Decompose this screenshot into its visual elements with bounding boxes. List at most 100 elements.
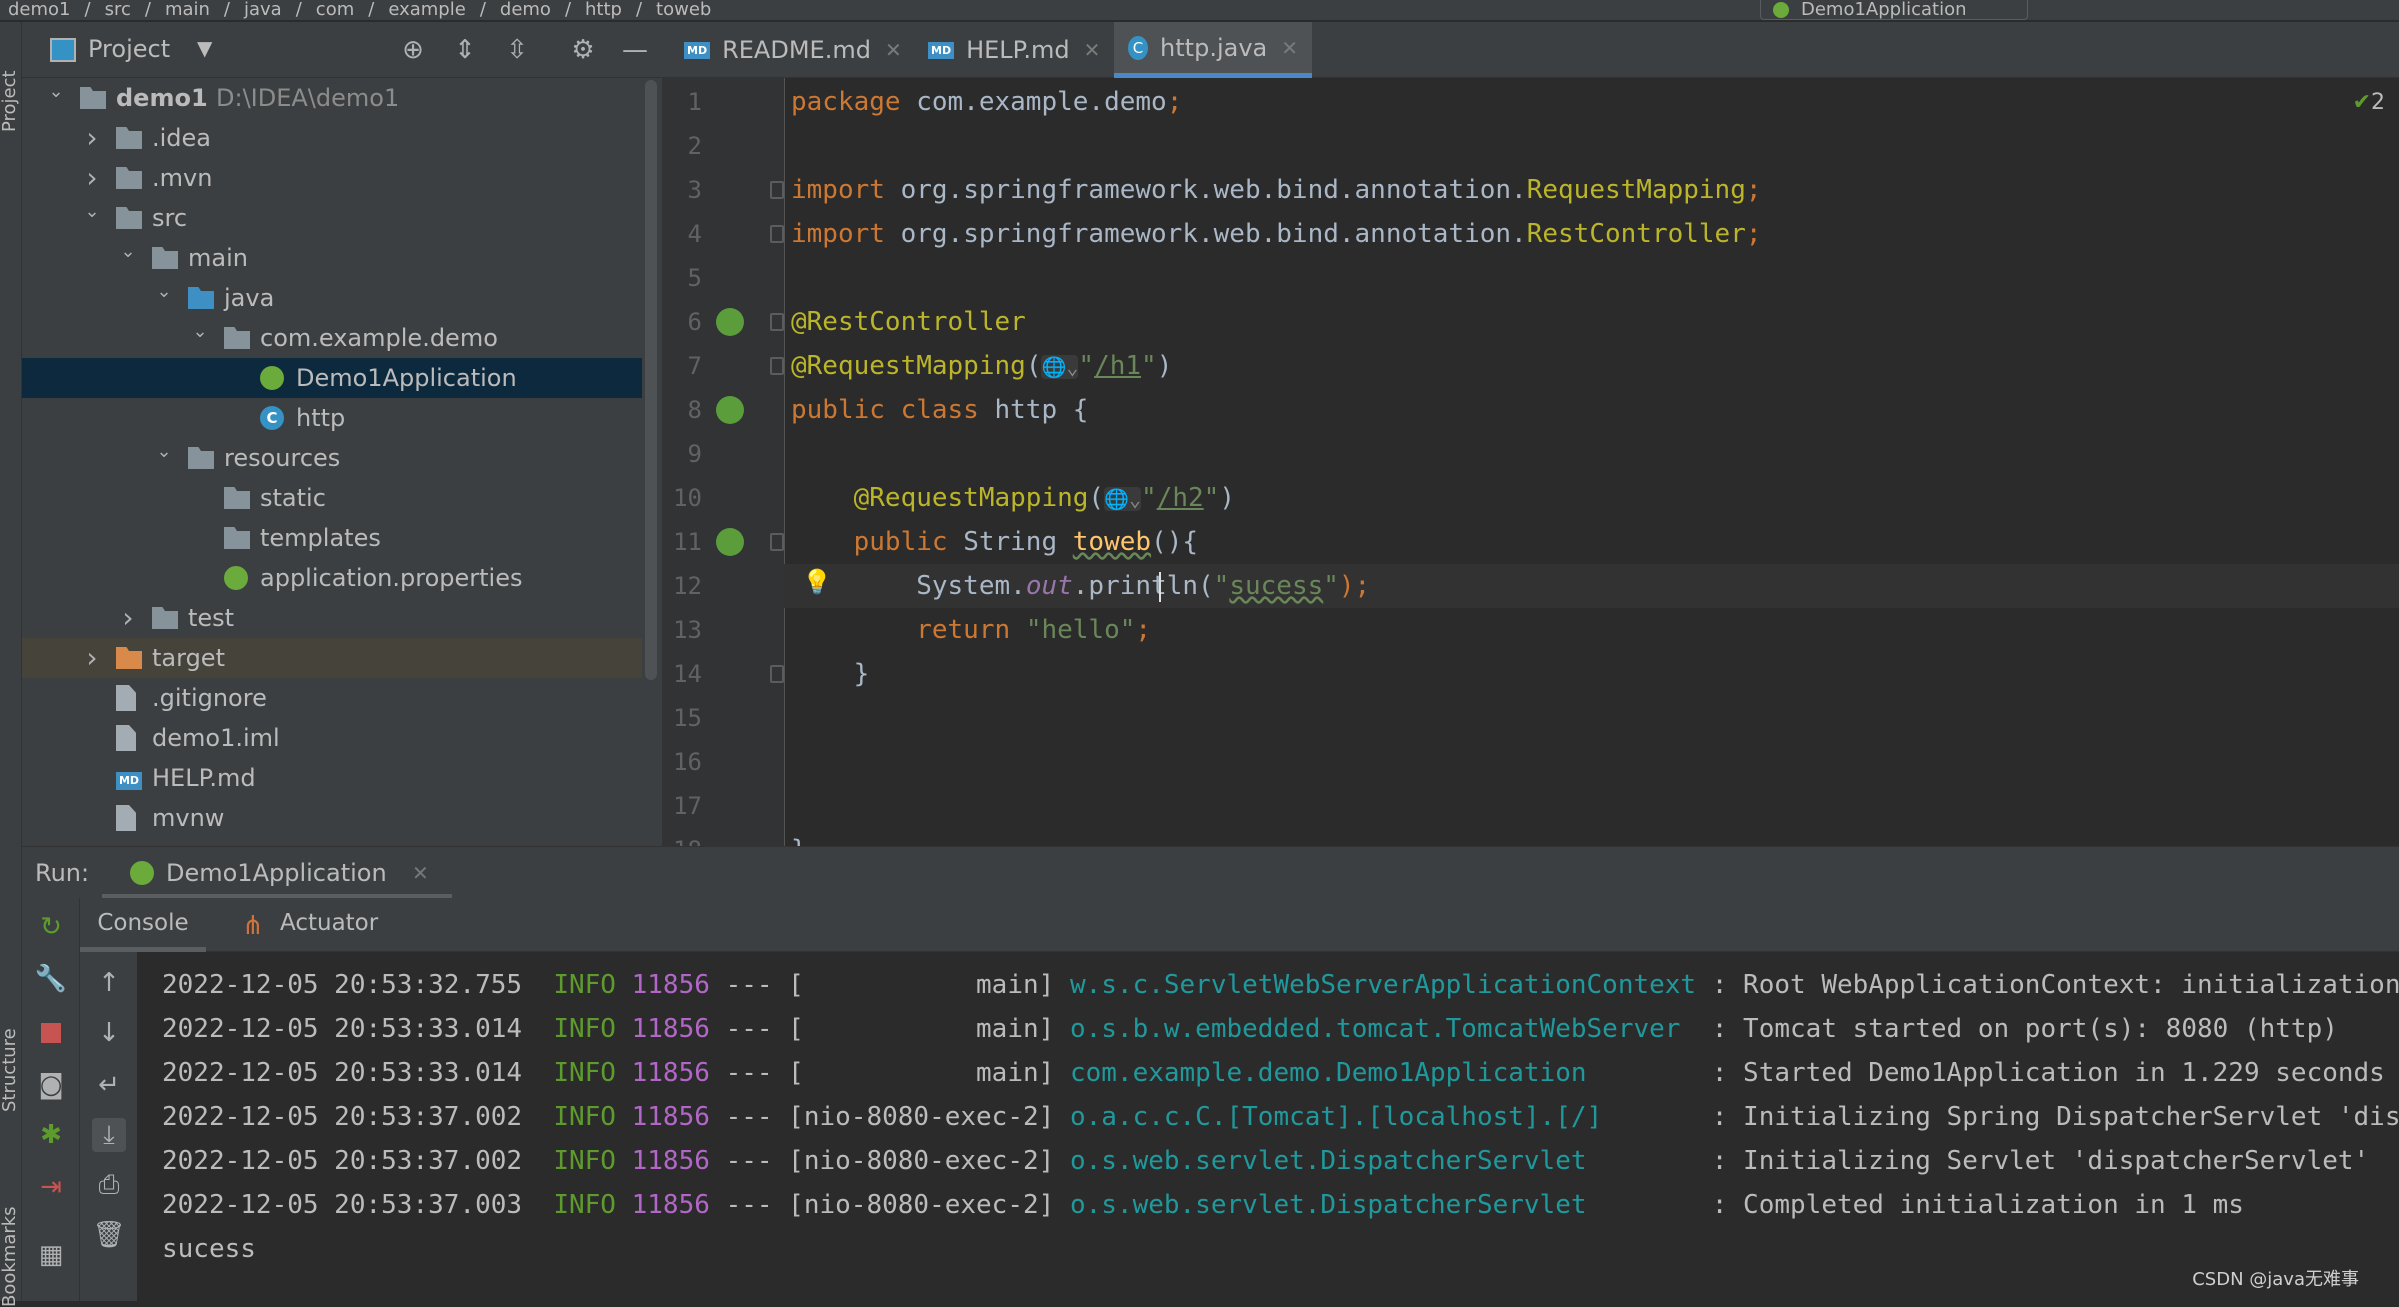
chevron-right-icon[interactable]: › <box>82 118 102 158</box>
tree-item[interactable]: application.properties <box>22 558 642 598</box>
code-line[interactable]: public class http { <box>791 388 1088 432</box>
tab-help-md[interactable]: MD HELP.md ✕ <box>914 22 1110 78</box>
code-line[interactable]: package com.example.demo; <box>791 80 1182 124</box>
scroll-to-end-icon[interactable]: ⤓ <box>92 1118 126 1152</box>
run-tab-demo1application[interactable]: Demo1Application ✕ <box>102 847 452 899</box>
console-output[interactable]: 2022-12-05 20:53:32.755 INFO 11856 --- [… <box>137 952 2399 1301</box>
tree-item[interactable]: › .mvn <box>22 158 642 198</box>
trash-icon[interactable]: 🗑 <box>92 1218 126 1252</box>
exit-icon[interactable]: ⇥ <box>34 1170 68 1204</box>
tree-item[interactable]: › .idea <box>22 118 642 158</box>
tree-item[interactable]: ⌄ java <box>22 278 642 318</box>
fold-marker-icon[interactable] <box>770 665 784 683</box>
close-icon[interactable]: ✕ <box>885 38 902 62</box>
code-line[interactable]: @RequestMapping(🌐⌄"/h2") <box>791 476 1235 520</box>
tab-actuator[interactable]: Actuator <box>280 898 378 948</box>
log-logger[interactable]: com.example.demo.Demo1Application <box>1070 1051 1712 1095</box>
expand-all-icon[interactable]: ⇕ <box>448 33 482 67</box>
tree-item[interactable]: ⌄ demo1 D:\IDEA\demo1 <box>22 78 642 118</box>
stripe-bookmarks[interactable]: Bookmarks <box>0 1206 20 1307</box>
chevron-right-icon[interactable]: › <box>82 638 102 678</box>
log-logger[interactable]: o.s.web.servlet.DispatcherServlet <box>1070 1139 1712 1183</box>
spring-bean-icon[interactable] <box>716 308 744 336</box>
spring-web-icon[interactable] <box>716 396 744 424</box>
chevron-down-icon[interactable]: ⌄ <box>118 232 138 272</box>
chevron-down-icon[interactable]: ⌄ <box>154 272 174 312</box>
run-config-selector[interactable]: Demo1Application <box>1760 0 2028 20</box>
camera-icon[interactable]: ◙ <box>34 1068 68 1102</box>
chevron-down-icon[interactable]: ⌄ <box>190 312 210 352</box>
chevron-down-icon[interactable]: ⌄ <box>154 432 174 472</box>
fold-marker-icon[interactable] <box>770 313 784 331</box>
chevron-down-icon[interactable]: ▼ <box>197 36 212 60</box>
arrow-down-icon[interactable]: ↓ <box>92 1016 126 1050</box>
project-title[interactable]: Project <box>88 35 170 63</box>
log-logger[interactable]: o.s.web.servlet.DispatcherServlet <box>1070 1183 1712 1227</box>
tree-item[interactable]: Chttp <box>22 398 642 438</box>
log-logger[interactable]: w.s.c.ServletWebServerApplicationContext <box>1070 963 1712 1007</box>
tree-item[interactable]: demo1.iml <box>22 718 642 758</box>
tree-item[interactable]: .gitignore <box>22 678 642 718</box>
fold-marker-icon[interactable] <box>770 181 784 199</box>
breadcrumb-item[interactable]: demo1 <box>8 0 71 20</box>
rerun-icon[interactable]: ↻ <box>34 910 68 944</box>
close-icon[interactable]: ✕ <box>1281 36 1298 60</box>
breadcrumb-item[interactable]: example <box>388 0 465 20</box>
code-line[interactable]: System.out.println("sucess"); <box>791 564 1370 608</box>
code-line[interactable]: return "hello"; <box>791 608 1151 652</box>
breadcrumb-item[interactable]: src <box>105 0 131 20</box>
layout-icon[interactable]: ▦ <box>34 1238 68 1272</box>
spring-web-icon[interactable] <box>716 528 744 556</box>
inspection-widget[interactable]: ✔2 <box>2353 90 2385 115</box>
code-line[interactable]: } <box>791 828 807 846</box>
arrow-up-icon[interactable]: ↑ <box>92 966 126 1000</box>
chevron-down-icon[interactable]: ⌄ <box>82 192 102 232</box>
tree-item[interactable]: mvnw <box>22 798 642 838</box>
tree-item[interactable]: › target <box>22 638 642 678</box>
tab-readme-md[interactable]: MD README.md ✕ <box>670 22 902 78</box>
breadcrumb-item[interactable]: com <box>316 0 354 20</box>
close-icon[interactable]: ✕ <box>412 861 429 885</box>
print-icon[interactable]: ⎙ <box>92 1168 126 1202</box>
code-line[interactable]: } <box>791 652 870 696</box>
tree-item[interactable]: ⌄ main <box>22 238 642 278</box>
code-line[interactable]: public String toweb(){ <box>791 520 1198 564</box>
tab-http-java[interactable]: Chttp.java ✕ <box>1114 22 1312 78</box>
tree-item[interactable]: Demo1Application <box>22 358 642 398</box>
fold-marker-icon[interactable] <box>770 225 784 243</box>
tree-item[interactable]: ⌄ com.example.demo <box>22 318 642 358</box>
fold-marker-icon[interactable] <box>770 357 784 375</box>
breadcrumb-item[interactable]: main <box>165 0 210 20</box>
minimize-icon[interactable]: — <box>618 33 652 67</box>
code-line[interactable]: @RestController <box>791 300 1026 344</box>
collapse-all-icon[interactable]: ⇳ <box>500 33 534 67</box>
log-logger[interactable]: o.s.b.w.embedded.tomcat.TomcatWebServer <box>1070 1007 1712 1051</box>
fold-marker-icon[interactable] <box>770 533 784 551</box>
code-line[interactable]: import org.springframework.web.bind.anno… <box>791 168 1762 212</box>
chevron-right-icon[interactable]: › <box>118 598 138 638</box>
tree-item[interactable]: MD HELP.md <box>22 758 642 798</box>
soft-wrap-icon[interactable]: ↵ <box>92 1068 126 1102</box>
tab-console[interactable]: Console <box>80 898 206 952</box>
code-line[interactable]: import org.springframework.web.bind.anno… <box>791 212 1762 256</box>
tree-item[interactable]: templates <box>22 518 642 558</box>
breadcrumb-item[interactable]: http <box>585 0 622 20</box>
code-line[interactable]: @RequestMapping(🌐⌄"/h1") <box>791 344 1172 388</box>
stripe-structure[interactable]: Structure <box>0 1028 20 1112</box>
stop-icon[interactable] <box>41 1023 61 1043</box>
log-logger[interactable]: o.a.c.c.C.[Tomcat].[localhost].[/] <box>1070 1095 1712 1139</box>
tree-item[interactable]: ⌄ src <box>22 198 642 238</box>
tree-item[interactable]: › test <box>22 598 642 638</box>
code-editor[interactable]: 123456789101112131415161718 ✔2 package c… <box>662 78 2399 846</box>
stripe-project[interactable]: Project <box>0 70 20 132</box>
close-icon[interactable]: ✕ <box>1084 38 1101 62</box>
wrench-icon[interactable]: 🔧 <box>34 962 68 996</box>
breadcrumb-item[interactable]: java <box>244 0 282 20</box>
chevron-down-icon[interactable]: ⌄ <box>46 78 66 112</box>
breadcrumb-item[interactable]: demo <box>500 0 551 20</box>
gear-icon[interactable]: ⚙ <box>566 33 600 67</box>
tree-item[interactable]: ⌄ resources <box>22 438 642 478</box>
debug-icon[interactable]: ✱ <box>34 1118 68 1152</box>
breadcrumb-item[interactable]: toweb <box>656 0 711 20</box>
locate-icon[interactable]: ⊕ <box>396 33 430 67</box>
